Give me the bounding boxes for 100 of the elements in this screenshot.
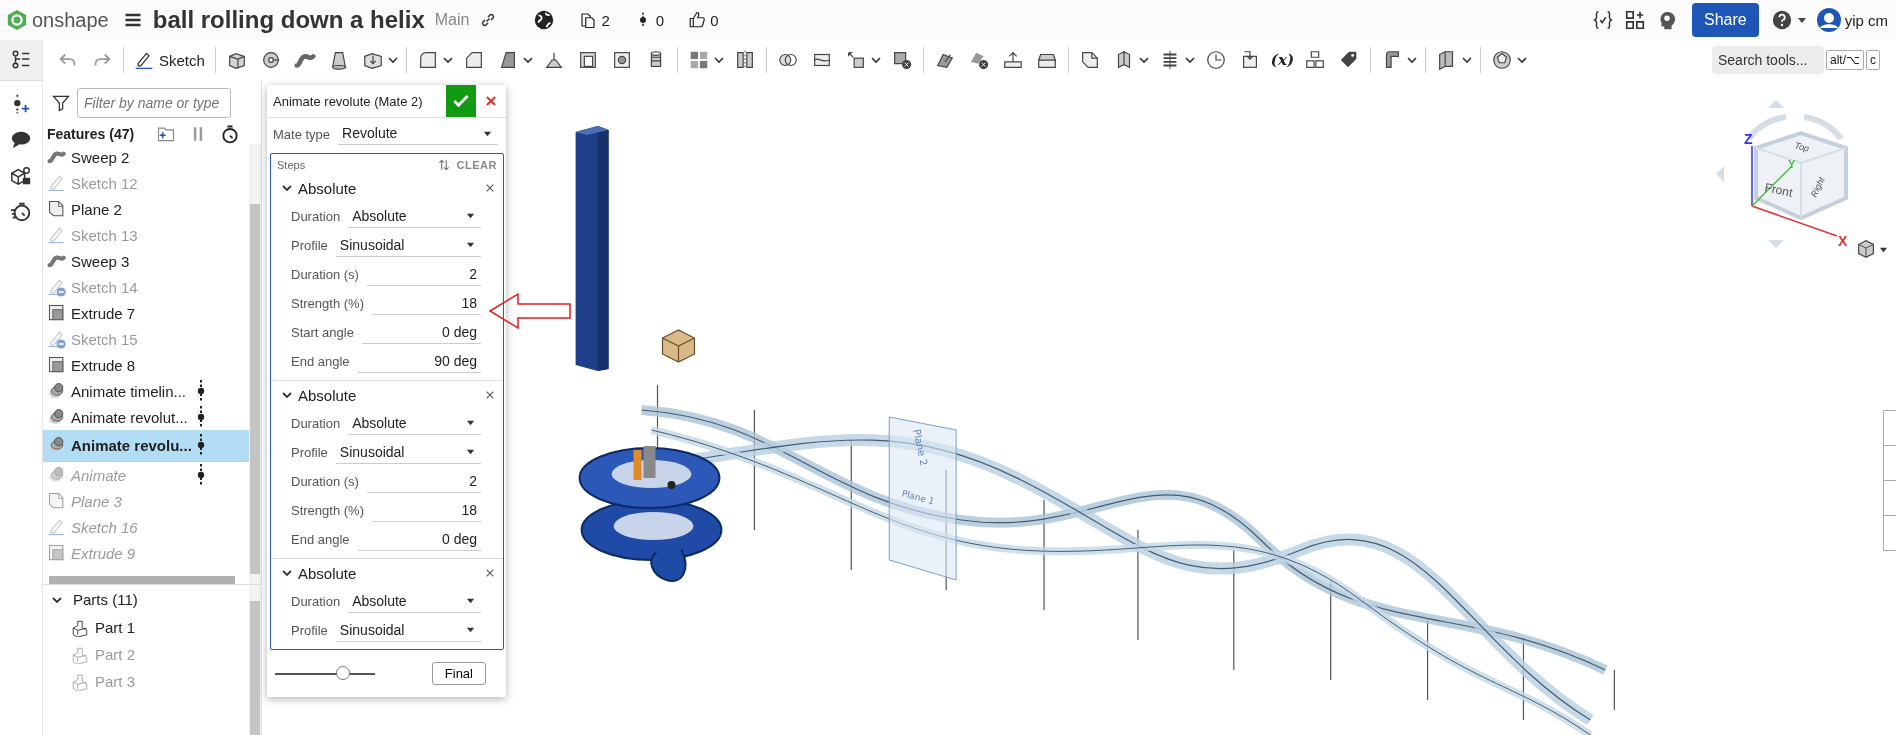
accept-button[interactable] (446, 85, 476, 117)
close-icon[interactable] (485, 183, 495, 193)
dropdown-field[interactable]: Absolute (348, 412, 481, 435)
close-icon[interactable] (485, 568, 495, 578)
braces-check-icon[interactable] (1591, 9, 1614, 31)
number-field[interactable]: 18 (372, 499, 481, 522)
chevron-icon[interactable] (281, 567, 293, 579)
feature-name: Sketch 16 (71, 518, 139, 536)
caret-icon[interactable] (522, 55, 533, 65)
parts-heading: Parts (11) (73, 591, 138, 608)
feature-name: Animate (71, 466, 128, 484)
feature-item[interactable]: Animate timelin... (43, 378, 249, 404)
chevron-icon[interactable] (281, 389, 293, 401)
close-icon[interactable] (485, 390, 495, 400)
feature-item[interactable]: Animate revolu... (43, 430, 249, 462)
caret-icon[interactable] (1517, 55, 1527, 65)
field-label: Duration (s) (291, 267, 359, 282)
feature-item[interactable]: Plane 2 (43, 196, 249, 222)
feature-name: Extrude 8 (71, 356, 137, 374)
variable-button[interactable]: (x) (1266, 51, 1298, 69)
number-field[interactable]: 2 (366, 470, 481, 493)
document-title: ball rolling down a helix (152, 6, 425, 34)
caret-icon[interactable] (1184, 55, 1195, 65)
cube-lock-icon[interactable] (10, 165, 32, 187)
filter-field[interactable]: Filter by name or type (77, 88, 231, 118)
caret-icon (466, 625, 475, 634)
field-label: Duration (291, 594, 341, 609)
feature-item[interactable]: Sweep 3 (43, 248, 249, 274)
dropdown-field[interactable]: Absolute (348, 590, 481, 613)
number-field[interactable]: 18 (372, 292, 481, 315)
caret-icon (466, 211, 475, 220)
feature-name: Sketch 15 (71, 330, 139, 348)
feature-item[interactable]: Extrude 7 (43, 300, 249, 326)
caret-icon[interactable] (713, 55, 724, 65)
caret-icon[interactable] (1462, 55, 1472, 65)
sort-icon[interactable] (436, 158, 451, 172)
comment-icon[interactable] (10, 129, 32, 151)
feature-item[interactable]: Sweep 2 (43, 144, 249, 170)
dropdown-field[interactable]: Sinusoidal (335, 619, 481, 642)
filter-icon[interactable] (51, 93, 71, 113)
logo-text: onshape (32, 8, 109, 32)
chevron-icon[interactable] (281, 182, 293, 194)
number-field[interactable]: 0 deg (361, 321, 481, 344)
shortcut-key: c (1866, 50, 1880, 70)
stopwatch-icon[interactable] (10, 201, 32, 223)
part-icon (71, 672, 89, 691)
globe-icon[interactable] (533, 9, 556, 31)
small-cube-drawing (661, 329, 696, 363)
steps-label: Steps (277, 159, 307, 171)
documents-icon[interactable] (579, 11, 598, 29)
caret-icon[interactable] (387, 55, 398, 65)
step-title: Absolute (298, 386, 358, 404)
caret-icon[interactable] (1138, 55, 1149, 65)
sketch-button[interactable]: Sketch (128, 46, 211, 74)
search-tools-field[interactable]: Search tools... (1712, 46, 1824, 74)
caret-icon[interactable] (1407, 55, 1417, 65)
plane-label: Plane 1 (900, 488, 936, 507)
feature-name: Sweep 3 (71, 252, 131, 270)
dropdown-field[interactable]: Sinusoidal (335, 234, 481, 257)
feature-item[interactable]: Animate revolut... (43, 404, 249, 430)
feature-item[interactable]: Extrude 8 (43, 352, 249, 378)
close-icon[interactable] (484, 94, 498, 108)
feature-list-icon[interactable] (0, 40, 42, 81)
caret-icon[interactable] (1796, 15, 1807, 25)
slider-thumb[interactable] (336, 665, 350, 680)
logo-icon (6, 9, 28, 31)
count-label: 0 (710, 11, 719, 29)
thumbs-up-icon[interactable] (688, 11, 707, 29)
field-label: Mate type (273, 126, 331, 142)
part-name[interactable]: Part 1 (95, 619, 136, 636)
apps-grid-icon[interactable] (1623, 9, 1646, 31)
field-label: Strength (%) (291, 296, 364, 311)
scrollbar[interactable] (249, 585, 261, 735)
dependency-icon[interactable] (197, 463, 205, 487)
dropdown-field[interactable]: Absolute (348, 205, 481, 228)
field-label: Start angle (291, 325, 354, 340)
mate-type-select[interactable]: Revolute (338, 123, 498, 145)
dependency-icon[interactable] (197, 379, 205, 403)
caret-icon (466, 240, 475, 249)
user-name: yip cm (1844, 11, 1888, 29)
final-button[interactable]: Final (431, 662, 486, 685)
share-button[interactable]: Share (1691, 3, 1759, 37)
number-field[interactable]: 0 deg (357, 528, 481, 551)
dependency-icon[interactable] (197, 433, 205, 457)
help-icon[interactable] (1770, 9, 1793, 31)
number-field[interactable]: 2 (366, 263, 481, 286)
stopwatch-icon[interactable] (220, 124, 241, 144)
clear-button[interactable]: CLEAR (456, 159, 497, 171)
caret-icon[interactable] (442, 55, 453, 65)
caret-icon[interactable] (870, 55, 881, 65)
number-field[interactable]: 90 deg (357, 350, 481, 373)
cube-icon[interactable] (1855, 238, 1877, 260)
avatar-icon[interactable] (1816, 8, 1841, 32)
feature-name: Plane 2 (71, 200, 123, 218)
cube-face-label: Top (1793, 140, 1811, 154)
scrollbar[interactable] (249, 144, 261, 584)
field-label: Profile (291, 238, 328, 253)
dropdown-field[interactable]: Sinusoidal (335, 441, 481, 464)
dialog-title: Animate revolute (Mate 2) (273, 93, 424, 109)
dependency-icon[interactable] (197, 405, 205, 429)
